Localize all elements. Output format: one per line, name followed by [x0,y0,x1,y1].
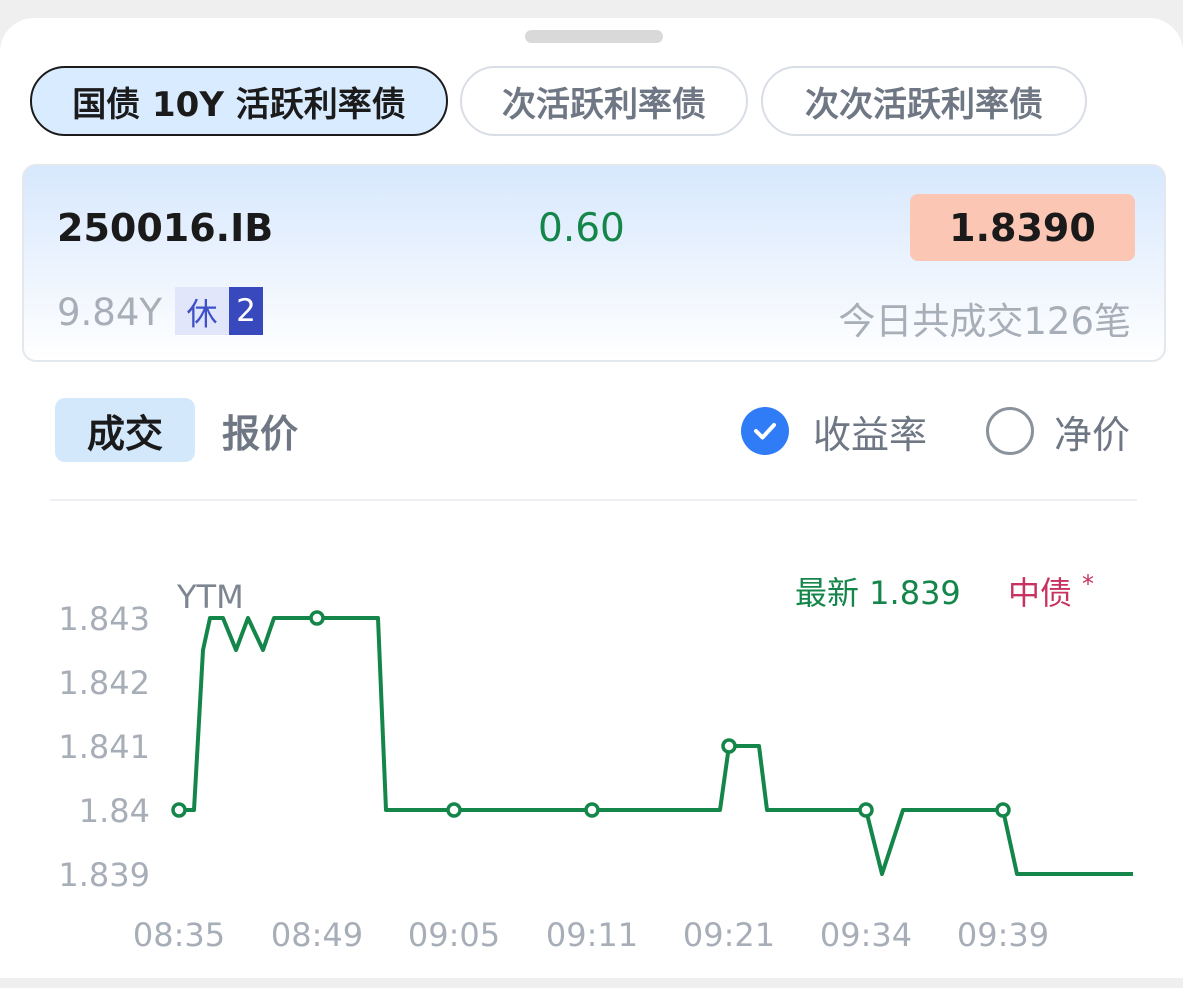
x-tick-label: 09:39 [957,916,1049,954]
net-price-radio-label: 净价 [1054,412,1131,457]
trade-count-summary: 今日共成交126笔 [838,300,1131,343]
data-point-marker[interactable] [171,802,187,818]
tab-quote[interactable]: 报价 [222,398,312,462]
tab-third-active[interactable]: 次次活跃利率债 [761,66,1087,136]
data-point-marker[interactable] [995,802,1011,818]
tab-active-10y[interactable]: 国债 10Y 活跃利率债 [30,66,448,136]
x-tick-label: 08:35 [133,916,225,954]
y-tick-label: 1.843 [58,600,150,638]
y-tick-label: 1.841 [58,728,150,766]
y-tick-label: 1.839 [58,856,150,894]
x-tick-label: 09:21 [683,916,775,954]
x-tick-label: 09:11 [546,916,638,954]
data-point-marker[interactable] [858,802,874,818]
data-point-marker[interactable] [584,802,600,818]
bond-change: 0.60 [538,206,625,251]
bond-price-badge: 1.8390 [910,194,1135,261]
data-point-marker[interactable] [446,802,462,818]
bond-tenor: 9.84Y [57,291,162,334]
yield-radio[interactable]: 收益率 [741,406,928,457]
tab-second-active[interactable]: 次活跃利率债 [460,66,748,136]
ytm-chart[interactable]: YTM 最新 1.839 中债 * 1.843 1.842 1.841 1.84 1.83… [0,538,1183,988]
bottom-sheet: 国债 10Y 活跃利率债 次活跃利率债 次次活跃利率债 250016.IB 0.… [0,18,1183,978]
x-tick-label: 08:49 [271,916,363,954]
y-tick-label: 1.842 [58,664,150,702]
drag-handle[interactable] [525,30,663,43]
x-tick-label: 09:05 [408,916,500,954]
yield-radio-label: 收益率 [813,412,928,457]
bond-code: 250016.IB [57,206,274,250]
rest-badge: 休 [175,287,229,335]
data-point-marker[interactable] [721,738,737,754]
bond-info-card[interactable]: 250016.IB 0.60 1.8390 9.84Y 休 2 今日共成交126… [22,164,1166,362]
x-tick-label: 09:34 [820,916,912,954]
y-tick-label: 1.84 [79,792,150,830]
checkmark-icon[interactable] [741,407,789,455]
divider [50,499,1137,501]
chart-svg: 1.843 1.842 1.841 1.84 1.839 08:35 08:49 09:05 0… [58,600,1133,954]
net-price-radio[interactable]: 净价 [986,406,1131,457]
ytm-series-line [179,616,1133,876]
rest-count-badge: 2 [229,287,263,335]
radio-empty-icon[interactable] [986,407,1034,455]
tab-trade[interactable]: 成交 [55,398,195,462]
data-point-marker[interactable] [309,610,325,626]
